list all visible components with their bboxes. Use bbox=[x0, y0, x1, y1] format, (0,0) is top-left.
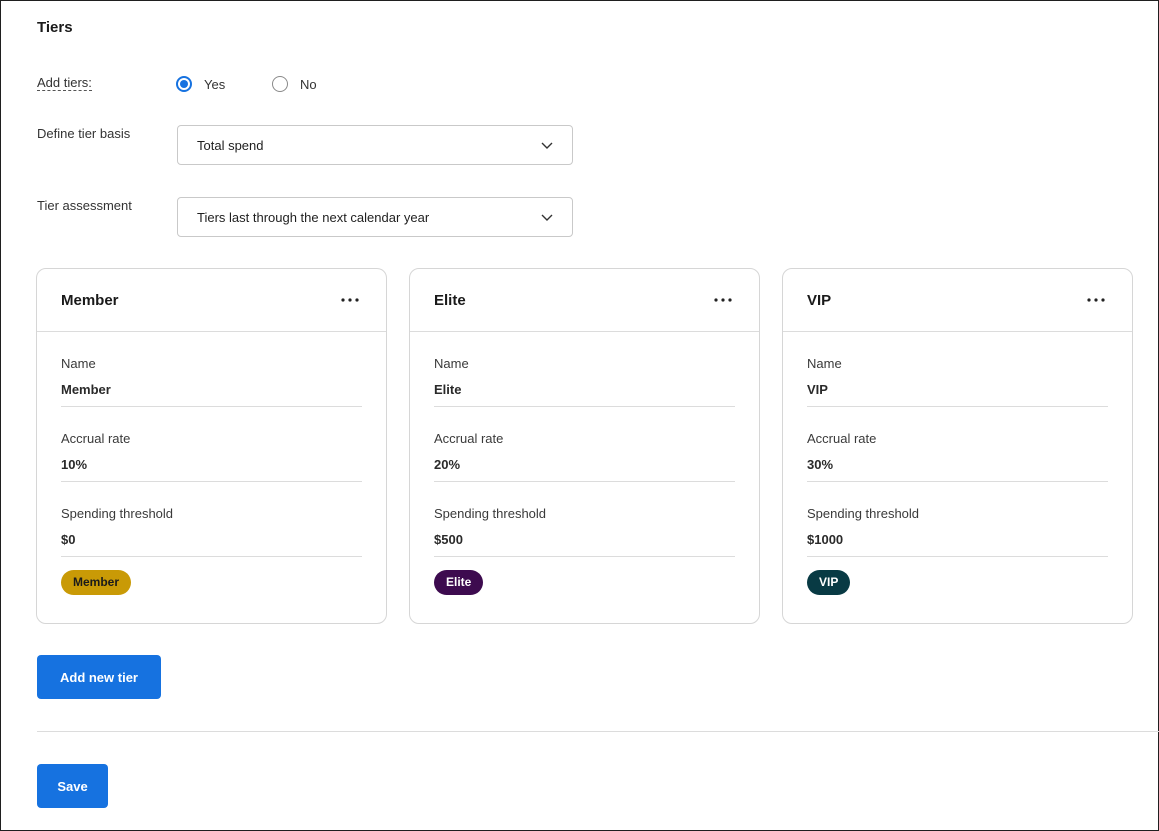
card-title: Member bbox=[61, 291, 119, 309]
accrual-rate-field: Accrual rate 20% bbox=[434, 407, 735, 482]
divider bbox=[37, 731, 1159, 732]
chevron-down-icon bbox=[541, 214, 553, 221]
name-field: Name VIP bbox=[807, 332, 1108, 407]
name-field: Name Elite bbox=[434, 332, 735, 407]
tier-badge: Member bbox=[61, 570, 132, 595]
radio-selected-indicator bbox=[176, 76, 192, 92]
add-tiers-no-radio[interactable]: No bbox=[272, 76, 317, 92]
field-label: Spending threshold bbox=[434, 506, 547, 521]
field-value: $500 bbox=[434, 532, 463, 547]
field-label: Spending threshold bbox=[61, 506, 174, 521]
tier-basis-value: Total spend bbox=[197, 137, 264, 153]
radio-unselected-indicator bbox=[272, 76, 288, 92]
card-title: VIP bbox=[807, 291, 832, 309]
more-horizontal-icon[interactable] bbox=[338, 290, 362, 310]
field-value: Member bbox=[61, 382, 111, 397]
save-button[interactable]: Save bbox=[37, 764, 108, 808]
more-horizontal-icon[interactable] bbox=[1084, 290, 1108, 310]
field-label: Accrual rate bbox=[807, 431, 877, 446]
tier-badge: Elite bbox=[434, 570, 484, 595]
accrual-rate-field: Accrual rate 10% bbox=[61, 407, 362, 482]
spending-threshold-field: Spending threshold $0 bbox=[61, 482, 362, 557]
radio-label-yes: Yes bbox=[204, 76, 226, 92]
card-title: Elite bbox=[434, 291, 466, 309]
field-value: 20% bbox=[434, 457, 461, 472]
tier-card-elite: Elite Name Elite Accrual rate 20% Spendi… bbox=[409, 268, 760, 624]
tier-basis-label: Define tier basis bbox=[37, 126, 131, 141]
name-field: Name Member bbox=[61, 332, 362, 407]
field-label: Name bbox=[434, 356, 469, 371]
field-label: Accrual rate bbox=[61, 431, 131, 446]
chevron-down-icon bbox=[541, 142, 553, 149]
tier-assessment-label: Tier assessment bbox=[37, 198, 132, 213]
radio-label-no: No bbox=[300, 76, 317, 92]
field-value: $0 bbox=[61, 532, 76, 547]
field-value: $1000 bbox=[807, 532, 844, 547]
spending-threshold-field: Spending threshold $1000 bbox=[807, 482, 1108, 557]
tier-assessment-value: Tiers last through the next calendar yea… bbox=[197, 209, 430, 225]
more-horizontal-icon[interactable] bbox=[711, 290, 735, 310]
tier-card-member: Member Name Member Accrual rate 10% Spen… bbox=[36, 268, 387, 624]
add-new-tier-button[interactable]: Add new tier bbox=[37, 655, 161, 699]
field-value: 30% bbox=[807, 457, 834, 472]
field-value: VIP bbox=[807, 382, 828, 397]
field-value: Elite bbox=[434, 382, 462, 397]
add-tiers-label: Add tiers: bbox=[37, 75, 92, 91]
tiers-settings-panel: Tiers Add tiers: Yes No Define tier basi… bbox=[0, 0, 1159, 831]
field-label: Name bbox=[61, 356, 96, 371]
tier-basis-select[interactable]: Total spend bbox=[177, 125, 573, 165]
tier-card-vip: VIP Name VIP Accrual rate 30% Spending t… bbox=[782, 268, 1133, 624]
field-label: Spending threshold bbox=[807, 506, 920, 521]
tier-badge: VIP bbox=[807, 570, 851, 595]
field-value: 10% bbox=[61, 457, 88, 472]
tier-assessment-select[interactable]: Tiers last through the next calendar yea… bbox=[177, 197, 573, 237]
field-label: Name bbox=[807, 356, 842, 371]
add-tiers-yes-radio[interactable]: Yes bbox=[176, 76, 225, 92]
spending-threshold-field: Spending threshold $500 bbox=[434, 482, 735, 557]
section-title: Tiers bbox=[37, 19, 73, 36]
accrual-rate-field: Accrual rate 30% bbox=[807, 407, 1108, 482]
field-label: Accrual rate bbox=[434, 431, 504, 446]
